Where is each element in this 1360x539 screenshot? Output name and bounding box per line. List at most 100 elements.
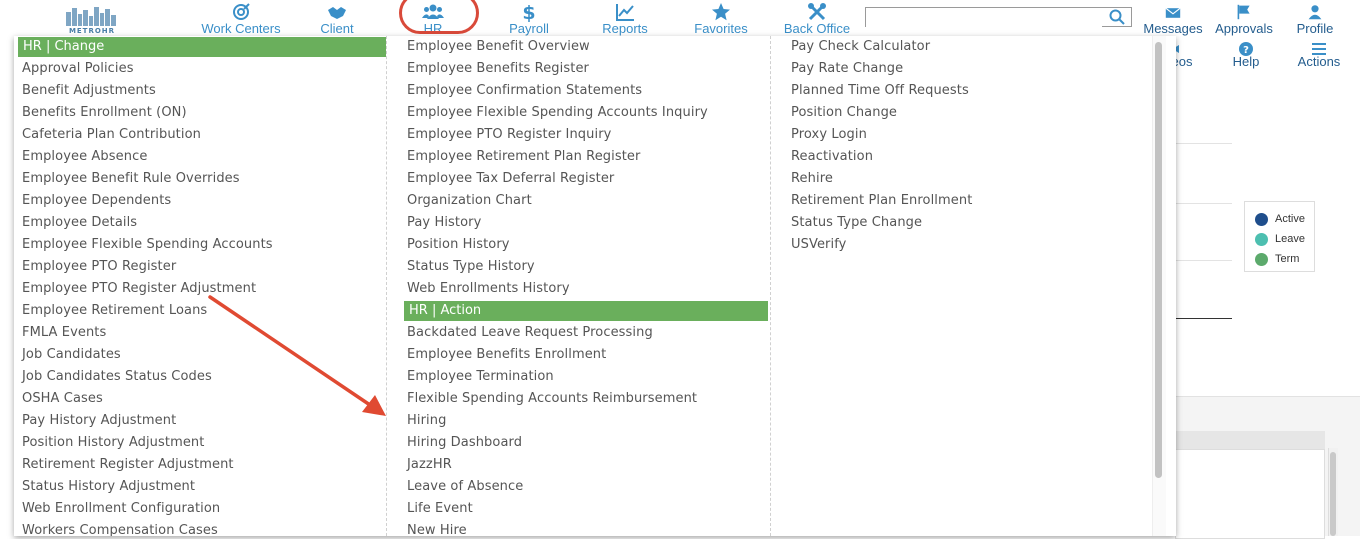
- menu-item[interactable]: Leave of Absence: [387, 476, 770, 498]
- panel-body: [1175, 449, 1325, 539]
- menu-column-3: Pay Check Calculator Pay Rate Change Plann…: [770, 36, 1154, 536]
- menu-item[interactable]: Cafeteria Plan Contribution: [18, 124, 386, 146]
- menu-item[interactable]: Retirement Register Adjustment: [18, 454, 386, 476]
- nav-work-centers[interactable]: Work Centers: [196, 0, 286, 36]
- nav-reports-label: Reports: [602, 21, 648, 36]
- menu-item[interactable]: Status History Adjustment: [18, 476, 386, 498]
- help-label: Help: [1232, 54, 1260, 69]
- menu-item[interactable]: Pay Check Calculator: [771, 36, 1154, 58]
- menu-scrollbar-thumb[interactable]: [1155, 42, 1162, 478]
- help-button[interactable]: ? Help: [1226, 40, 1266, 70]
- legend-label: Active: [1275, 213, 1305, 225]
- search-box[interactable]: [865, 7, 1132, 28]
- nav-approvals[interactable]: Approvals: [1211, 0, 1277, 36]
- menu-item[interactable]: Planned Time Off Requests: [771, 80, 1154, 102]
- menu-item[interactable]: Hiring: [387, 410, 770, 432]
- search-icon[interactable]: [1109, 9, 1125, 25]
- menu-item[interactable]: Pay History: [387, 212, 770, 234]
- menu-item[interactable]: Employee Details: [18, 212, 386, 234]
- menu-item[interactable]: Employee Retirement Plan Register: [387, 146, 770, 168]
- menu-item[interactable]: Employee Benefits Register: [387, 58, 770, 80]
- menu-item[interactable]: Rehire: [771, 168, 1154, 190]
- menu-item[interactable]: Flexible Spending Accounts Reimbursement: [387, 388, 770, 410]
- nav-back-office[interactable]: Back Office: [780, 0, 854, 36]
- menu-item[interactable]: Pay Rate Change: [771, 58, 1154, 80]
- menu-item[interactable]: Benefits Enrollment (ON): [18, 102, 386, 124]
- menu-item[interactable]: JazzHR: [387, 454, 770, 476]
- menu-item[interactable]: Employee Benefits Enrollment: [387, 344, 770, 366]
- nav-profile[interactable]: Profile: [1290, 0, 1340, 36]
- menu-item[interactable]: Employee PTO Register Inquiry: [387, 124, 770, 146]
- menu-item[interactable]: Reactivation: [771, 146, 1154, 168]
- menu-item[interactable]: New Hire: [387, 520, 770, 536]
- logo-text: METROHR: [68, 27, 116, 35]
- search-input[interactable]: [866, 10, 1102, 28]
- menu-item[interactable]: Position History Adjustment: [18, 432, 386, 454]
- menu-column-1: HR | Change Approval Policies Benefit Adj…: [18, 36, 386, 536]
- menu-item[interactable]: Position Change: [771, 102, 1154, 124]
- menu-item[interactable]: Retirement Plan Enrollment: [771, 190, 1154, 212]
- nav-reports[interactable]: Reports: [598, 0, 652, 36]
- work-centers-icon: [233, 3, 250, 20]
- menu-item[interactable]: Workers Compensation Cases: [18, 520, 386, 536]
- menu-item[interactable]: Status Type History: [387, 256, 770, 278]
- tools-icon: [808, 3, 826, 21]
- nav-messages[interactable]: Messages: [1142, 0, 1204, 36]
- menu-item[interactable]: Position History: [387, 234, 770, 256]
- nav-favorites[interactable]: Favorites: [690, 0, 752, 36]
- menu-item[interactable]: Employee Benefit Overview: [387, 36, 770, 58]
- nav-back-office-label: Back Office: [783, 21, 851, 36]
- menu-item[interactable]: Employee PTO Register: [18, 256, 386, 278]
- menu-item[interactable]: Benefit Adjustments: [18, 80, 386, 102]
- menu-item[interactable]: Employee Benefit Rule Overrides: [18, 168, 386, 190]
- dollar-icon: $: [522, 2, 535, 22]
- nav-approvals-label: Approvals: [1215, 21, 1273, 36]
- menu-item[interactable]: Employee Absence: [18, 146, 386, 168]
- menu-item[interactable]: FMLA Events: [18, 322, 386, 344]
- menu-item[interactable]: Job Candidates Status Codes: [18, 366, 386, 388]
- skyline-logo-icon: [66, 7, 116, 26]
- chart-gridline: [1176, 143, 1232, 144]
- menu-item[interactable]: Proxy Login: [771, 124, 1154, 146]
- menu-item[interactable]: Hiring Dashboard: [387, 432, 770, 454]
- chart-line-icon: [616, 4, 634, 21]
- nav-payroll[interactable]: $ Payroll: [504, 0, 554, 36]
- menu-item[interactable]: USVerify: [771, 234, 1154, 256]
- menu-item[interactable]: Status Type Change: [771, 212, 1154, 234]
- menu-item[interactable]: Employee Dependents: [18, 190, 386, 212]
- menu-header-hr-change: HR | Change: [18, 37, 386, 57]
- menu-item[interactable]: Employee Tax Deferral Register: [387, 168, 770, 190]
- legend-item: Leave: [1255, 229, 1314, 249]
- menu-item[interactable]: OSHA Cases: [18, 388, 386, 410]
- envelope-icon: [1165, 7, 1181, 18]
- menu-item[interactable]: Approval Policies: [18, 58, 386, 80]
- chart-axis: [1176, 318, 1232, 319]
- menu-item[interactable]: Organization Chart: [387, 190, 770, 212]
- handshake-icon: [328, 7, 346, 19]
- panel-scrollbar-thumb[interactable]: [1330, 452, 1336, 536]
- metrohr-logo[interactable]: METROHR: [62, 4, 122, 36]
- menu-item[interactable]: Web Enrollment Configuration: [18, 498, 386, 520]
- menu-header-hr-action: HR | Action: [404, 301, 768, 321]
- menu-item[interactable]: Employee Confirmation Statements: [387, 80, 770, 102]
- legend-dot-active: [1255, 212, 1268, 226]
- menu-item[interactable]: Employee Flexible Spending Accounts Inqu…: [387, 102, 770, 124]
- actions-label: Actions: [1297, 54, 1341, 69]
- menu-item[interactable]: Employee Termination: [387, 366, 770, 388]
- menu-item[interactable]: Employee Flexible Spending Accounts: [18, 234, 386, 256]
- star-icon: [712, 3, 730, 21]
- menu-item[interactable]: Life Event: [387, 498, 770, 520]
- hr-annotation-circle: [399, 0, 479, 34]
- menu-item[interactable]: Employee Retirement Loans: [18, 300, 386, 322]
- flag-icon: [1237, 4, 1250, 20]
- nav-payroll-label: Payroll: [509, 21, 549, 36]
- user-icon: [1308, 5, 1322, 20]
- nav-client[interactable]: Client: [312, 0, 362, 36]
- menu-item[interactable]: Pay History Adjustment: [18, 410, 386, 432]
- menu-item[interactable]: Web Enrollments History: [387, 278, 770, 300]
- menu-item[interactable]: Backdated Leave Request Processing: [387, 322, 770, 344]
- menu-item[interactable]: Job Candidates: [18, 344, 386, 366]
- legend-item: Term: [1255, 249, 1314, 269]
- actions-button[interactable]: Actions: [1290, 40, 1348, 70]
- menu-item[interactable]: Employee PTO Register Adjustment: [18, 278, 386, 300]
